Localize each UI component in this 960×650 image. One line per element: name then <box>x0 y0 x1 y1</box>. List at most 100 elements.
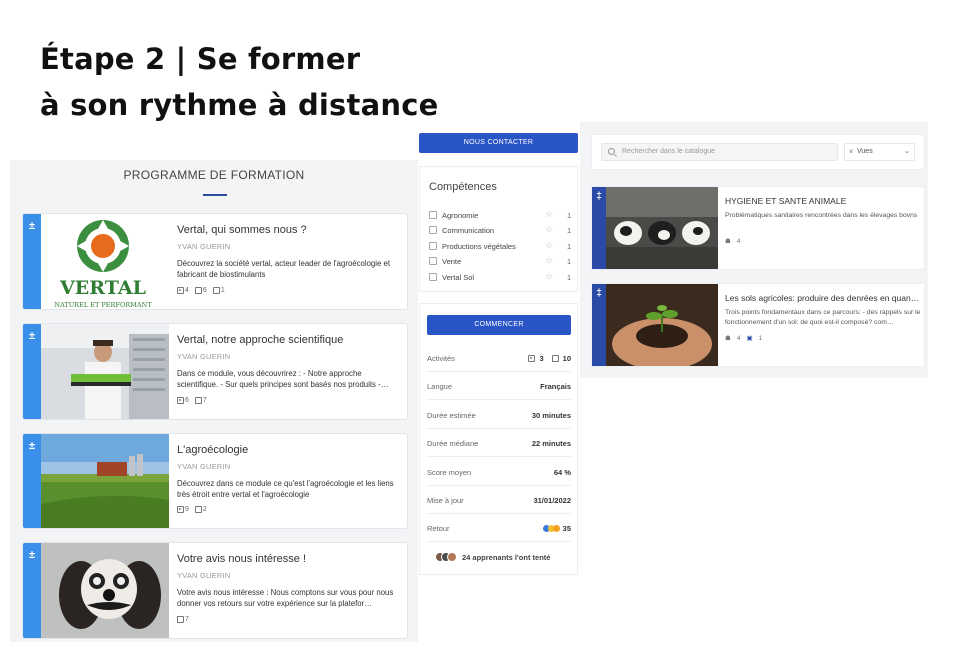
learner-icon: ☗ <box>725 238 731 245</box>
logo-tagline: NATUREL ET PERFORMANT <box>54 301 152 309</box>
competence-item[interactable]: Productions végétales ☆ 1 <box>429 240 572 253</box>
start-button[interactable]: COMMENCER <box>427 315 571 335</box>
module-title[interactable]: Votre avis nous intéresse ! <box>177 553 306 565</box>
info-row-updated: Mise à jour 31/01/2022 <box>427 486 571 514</box>
star-icon: ☆ <box>545 240 554 250</box>
path-icon: ‡ <box>596 191 602 202</box>
star-icon: ☆ <box>545 224 554 234</box>
checkbox[interactable] <box>429 257 437 265</box>
puzzle-icon: ± <box>28 330 36 342</box>
headline-line-1: Étape 2 | Se former <box>40 42 361 76</box>
catalogue-bar: ‡ <box>592 284 606 366</box>
document-icon <box>194 506 202 513</box>
info-row-feedback: Retour 35 <box>427 514 571 542</box>
module-author: YVAN GUERIN <box>177 242 231 251</box>
course-info-card: COMMENCER Activités 3 10 Langue Français … <box>419 303 578 575</box>
catalogue-item-title[interactable]: HYGIENE ET SANTE ANIMALE <box>725 196 921 206</box>
module-description: Découvrez dans ce module ce qu'est l'agr… <box>177 479 394 499</box>
catalogue-item-meta: ☗ 4 ▣ 1 <box>725 334 763 343</box>
avatar-stack <box>435 552 457 562</box>
module-description: Votre avis nous intéresse : Nous compton… <box>177 588 394 608</box>
module-author: YVAN GUERIN <box>177 352 231 361</box>
info-row-activities: Activités 3 10 <box>427 344 571 372</box>
catalogue-bar: ‡ <box>592 187 606 269</box>
module-card[interactable]: ± VERTAL NATUREL ET PERFORMANT Vertal, q… <box>22 213 408 310</box>
quiz-icon <box>194 397 202 404</box>
competence-item[interactable]: Vente ☆ 1 <box>429 255 572 268</box>
competences-card: Compétences Agronomie ☆ 1 Communication … <box>419 166 578 292</box>
catalogue-search-bar: Rechercher dans le catalogue ∨ Vues ⌄ <box>591 134 925 170</box>
checkbox[interactable] <box>429 242 437 250</box>
competences-title: Compétences <box>429 181 497 193</box>
puzzle-icon: ± <box>28 220 36 232</box>
vertal-logo: VERTAL NATUREL ET PERFORMANT <box>41 214 169 309</box>
competence-item[interactable]: Agronomie ☆ 1 <box>429 209 572 222</box>
module-stats: 6 7 <box>177 397 207 404</box>
programme-title: PROGRAMME DE FORMATION <box>123 168 305 182</box>
learner-icon: ☗ <box>725 335 731 342</box>
checkbox[interactable] <box>429 226 437 234</box>
module-thumbnail-farm <box>41 434 169 528</box>
module-bar: ± <box>23 324 41 419</box>
info-row-estimated-duration: Durée estimée 30 minutes <box>427 401 571 429</box>
catalogue-item-meta: ☗ 4 <box>725 237 741 246</box>
competence-item[interactable]: Communication ☆ 1 <box>429 224 572 237</box>
module-bar: ± <box>23 214 41 309</box>
competence-item[interactable]: Vertal Sol ☆ 1 <box>429 271 572 284</box>
sort-icon: ∨ <box>849 149 854 155</box>
info-row-median-duration: Durée médiane 22 minutes <box>427 429 571 457</box>
module-bar: ± <box>23 434 41 528</box>
module-card[interactable]: ± Vertal, notre approche scientifique YV… <box>22 323 408 420</box>
learners-summary: 24 apprenants l'ont tenté <box>435 552 550 562</box>
path-icon: ‡ <box>596 288 602 299</box>
catalogue-thumbnail-cows <box>606 187 718 269</box>
module-stats: 7 <box>177 616 189 623</box>
module-stats: 9 2 <box>177 506 207 513</box>
module-author: YVAN GUERIN <box>177 462 231 471</box>
checkbox[interactable] <box>429 273 437 281</box>
page-headline: Étape 2 | Se former à son rythme à dista… <box>40 36 438 128</box>
video-icon <box>177 397 184 404</box>
module-stats: 4 6 1 <box>177 287 225 294</box>
module-title[interactable]: L'agroécologie <box>177 444 248 456</box>
title-underline <box>203 194 227 196</box>
video-icon <box>177 287 184 294</box>
logo-wordmark: VERTAL <box>59 277 146 299</box>
quiz-icon <box>551 355 559 362</box>
catalogue-thumbnail-soil <box>606 284 718 366</box>
puzzle-icon: ± <box>28 549 36 561</box>
module-description: Dans ce module, vous découvrirez : - Not… <box>177 369 389 389</box>
star-icon: ☆ <box>545 209 554 219</box>
video-icon <box>177 506 184 513</box>
quiz-icon <box>194 287 202 294</box>
module-card[interactable]: ± L'agroécologie YVAN GUERIN Découvrez d… <box>22 433 408 529</box>
info-row-average-score: Score moyen 64 % <box>427 458 571 486</box>
module-thumbnail-lab <box>41 324 169 419</box>
module-card[interactable]: ± Votre avis nous intéresse ! YVAN GUERI… <box>22 542 408 639</box>
catalogue-search-input[interactable]: Rechercher dans le catalogue <box>601 143 838 161</box>
programme-panel: PROGRAMME DE FORMATION ± VERTAL NATUREL … <box>10 160 418 642</box>
module-title[interactable]: Vertal, notre approche scientifique <box>177 334 343 346</box>
catalogue-item[interactable]: ‡ HYGIENE ET SANTE ANIMALE Problématique… <box>591 186 925 270</box>
quiz-icon <box>177 616 184 623</box>
contact-button[interactable]: NOUS CONTACTER <box>419 133 578 153</box>
module-thumbnail-dog <box>41 543 169 638</box>
module-author: YVAN GUERIN <box>177 571 231 580</box>
chevron-down-icon: ⌄ <box>904 148 910 155</box>
video-icon <box>528 355 536 362</box>
info-row-language: Langue Français <box>427 372 571 400</box>
star-icon: ☆ <box>545 271 554 281</box>
star-icon: ☆ <box>545 255 554 265</box>
catalogue-item-description: Problématiques sanitaires rencontrées da… <box>725 212 918 219</box>
catalogue-panel: Rechercher dans le catalogue ∨ Vues ⌄ ‡ … <box>580 122 928 378</box>
module-description: Découvrez la société vertal, acteur lead… <box>177 259 390 279</box>
catalogue-item-title[interactable]: Les sols agricoles: produire des denrées… <box>725 293 921 303</box>
checkbox[interactable] <box>429 211 437 219</box>
catalogue-item[interactable]: ‡ Les sols agricoles: produire des denré… <box>591 283 925 367</box>
puzzle-icon: ± <box>28 440 36 452</box>
sort-select[interactable]: ∨ Vues ⌄ <box>844 143 915 161</box>
search-icon <box>608 148 615 155</box>
module-title[interactable]: Vertal, qui sommes nous ? <box>177 224 307 236</box>
catalogue-item-description: Trois points fondamentaux dans ce parcou… <box>725 309 921 326</box>
reaction-icons <box>542 525 560 532</box>
